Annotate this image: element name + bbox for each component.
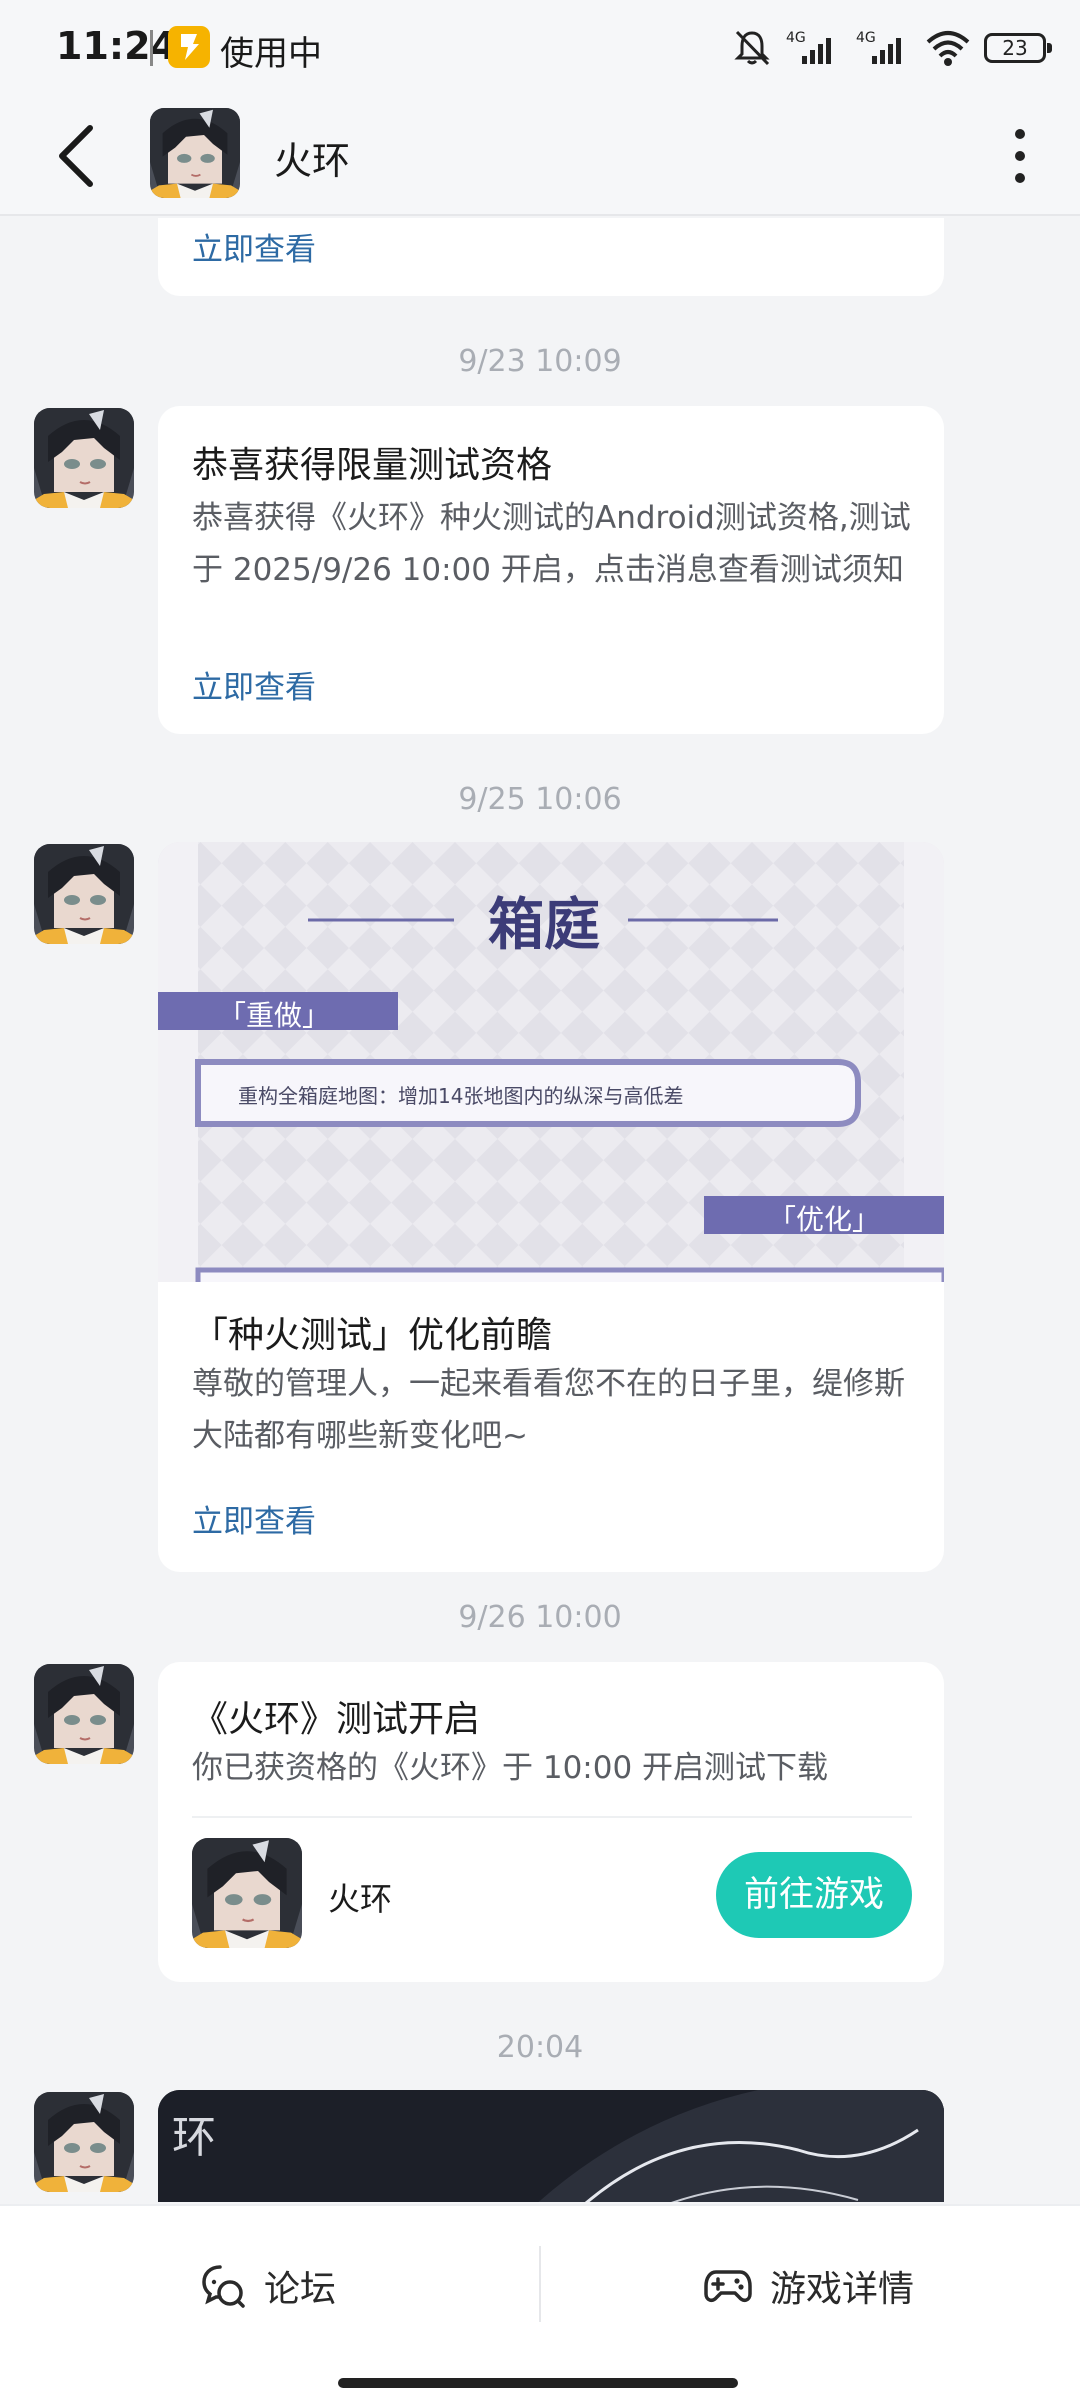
status-in-use: 使用中	[220, 34, 322, 74]
chat-title: 火环	[274, 139, 351, 183]
message-list[interactable]: 立即查看 9/23 10:09 恭喜获得限量测试资格 恭喜获得《火环》种火测试的…	[0, 218, 1080, 2202]
status-bar: 11:24 使用中 4G 4G 23	[0, 0, 1080, 96]
mute-bell-icon	[734, 30, 770, 66]
forum-chat-icon	[202, 2265, 245, 2308]
sender-avatar[interactable]	[34, 2092, 134, 2192]
gamepad-icon	[704, 2270, 752, 2302]
message-card[interactable]: 《火环》测试开启 你已获资格的《火环》于 10:00 开启测试下载 火环 前往游…	[158, 1662, 944, 1982]
message-timestamp: 9/25 10:06	[458, 782, 622, 817]
back-arrow-icon	[59, 125, 93, 187]
back-button[interactable]	[50, 122, 110, 190]
sender-avatar[interactable]	[34, 1664, 134, 1764]
bottom-action-bar: 论坛 游戏详情	[0, 2204, 1080, 2400]
app-screen: 11:24 使用中 4G 4G 23 火环 立即查看 9/23 10:09 恭喜…	[0, 0, 1080, 2400]
message-card[interactable]: 立即查看	[158, 218, 944, 296]
view-now-link[interactable]: 立即查看	[192, 224, 316, 269]
message-timestamp: 9/23 10:09	[458, 344, 622, 379]
message-title: 「种火测试」优化前瞻	[192, 1315, 553, 1356]
message-timestamp: 20:04	[496, 2030, 584, 2065]
go-to-game-button[interactable]: 前往游戏	[716, 1852, 912, 1938]
flashlight-icon	[168, 26, 210, 68]
announcement-image[interactable]: 箱庭 「重做」 重构全箱庭地图：增加14张地图内的纵深与高低差 「优化」	[158, 842, 944, 1282]
sender-avatar[interactable]	[34, 844, 134, 944]
banner-tag-right: 「优化」	[768, 1203, 881, 1236]
sender-avatar[interactable]	[34, 408, 134, 508]
svg-text:环: 环	[172, 2112, 216, 2163]
game-avatar[interactable]	[150, 108, 240, 198]
divider	[192, 1816, 912, 1818]
svg-text:4G: 4G	[786, 30, 806, 46]
message-title: 《火环》测试开启	[192, 1699, 481, 1740]
game-details-button[interactable]: 游戏详情	[704, 2256, 914, 2316]
banner-tag-left: 「重做」	[218, 999, 331, 1032]
message-card[interactable]: 恭喜获得限量测试资格 恭喜获得《火环》种火测试的Android测试资格,测试于 …	[158, 406, 944, 734]
game-name: 火环	[328, 1880, 393, 1918]
more-options-icon[interactable]	[1000, 126, 1040, 186]
battery-icon: 23	[984, 33, 1052, 63]
message-body: 恭喜获得《火环》种火测试的Android测试资格,测试于 2025/9/26 1…	[192, 500, 911, 588]
view-now-link[interactable]: 立即查看	[192, 1496, 316, 1541]
bottom-divider	[539, 2246, 541, 2322]
message-body: 尊敬的管理人，一起来看看您不在的日子里，缇修斯大陆都有哪些新变化吧~	[192, 1366, 905, 1454]
home-indicator[interactable]	[338, 2378, 738, 2388]
game-details-label: 游戏详情	[770, 2269, 915, 2310]
svg-text:4G: 4G	[856, 30, 876, 46]
banner-bullet: 重构全箱庭地图：增加14张地图内的纵深与高低差	[238, 1084, 684, 1108]
forum-label: 论坛	[264, 2269, 337, 2310]
announcement-image[interactable]: 环	[158, 2090, 944, 2202]
message-title: 恭喜获得限量测试资格	[192, 445, 553, 486]
banner-heading: 箱庭	[488, 893, 600, 958]
signal-icon-1: 4G	[786, 30, 831, 64]
status-icons: 4G 4G 23	[732, 28, 1052, 68]
forum-button[interactable]: 论坛	[200, 2256, 336, 2316]
wifi-icon	[926, 31, 970, 66]
message-body: 你已获资格的《火环》于 10:00 开启测试下载	[192, 1750, 829, 1786]
message-card[interactable]: 箱庭 「重做」 重构全箱庭地图：增加14张地图内的纵深与高低差 「优化」 「种火…	[158, 842, 944, 1572]
status-divider	[150, 30, 153, 66]
chat-header: 火环	[0, 96, 1080, 216]
message-card[interactable]: 环	[158, 2090, 944, 2202]
status-time: 11:24	[56, 24, 177, 68]
signal-icon-2: 4G	[856, 30, 901, 64]
view-now-link[interactable]: 立即查看	[192, 662, 316, 707]
message-timestamp: 9/26 10:00	[458, 1600, 622, 1635]
game-icon[interactable]	[192, 1838, 302, 1948]
